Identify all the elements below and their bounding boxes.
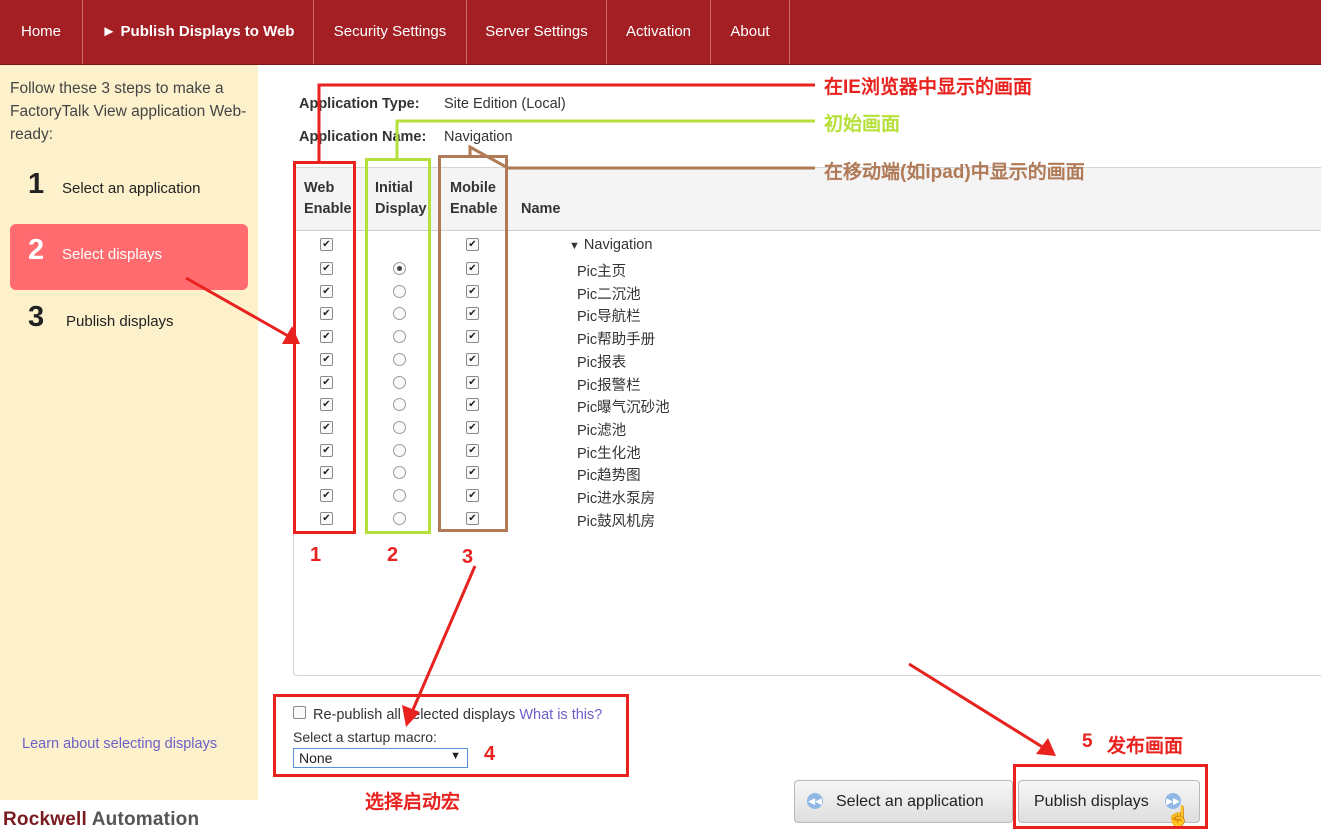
header-name: Name [521,201,561,217]
annot-mobile-display: 在移动端(如ipad)中显示的画面 [824,162,1085,183]
display-name: Pic二沉池 [577,287,641,303]
select-application-button[interactable]: ◀◀ Select an application [794,780,1013,823]
display-name: Pic报表 [577,355,627,371]
display-name: Pic主页 [577,264,627,280]
step-select-application[interactable]: 1 Select an application [10,158,248,224]
annot-initial-display: 初始画面 [824,114,901,135]
annot-number-2: 2 [387,544,399,566]
nav-home[interactable]: Home [0,0,83,64]
step-label: Select displays [62,246,163,263]
annot-ie-display: 在IE浏览器中显示的画面 [824,77,1032,98]
learn-link[interactable]: Learn about selecting displays [22,736,217,752]
nav-about[interactable]: About [711,0,790,64]
step-select-displays[interactable]: 2 Select displays [10,224,248,290]
display-name: Pic导航栏 [577,309,641,325]
display-name: Pic帮助手册 [577,332,656,348]
options-highlight [273,694,629,777]
display-name: Pic曝气沉砂池 [577,400,670,416]
group-name: Navigation [583,237,653,253]
display-name: Pic报警栏 [577,378,641,394]
back-button-label: Select an application [836,793,984,810]
display-name: Pic生化池 [577,446,641,462]
app-type-label: Application Type: [299,96,420,112]
logo-primary: Rockwell [3,809,87,830]
group-row[interactable]: ▼ Navigation [569,237,652,253]
top-nav: Home ► Publish Displays to Web Security … [0,0,1321,65]
collapse-triangle-icon[interactable]: ▼ [569,240,580,252]
publish-highlight [1013,764,1208,829]
nav-publish-displays[interactable]: ► Publish Displays to Web [83,0,314,64]
step-label: Select an application [62,180,201,197]
sidebar-intro: Follow these 3 steps to make a FactoryTa… [10,80,247,143]
annot-startup-macro: 选择启动宏 [365,792,461,813]
step-number: 3 [28,301,45,333]
step-publish-displays[interactable]: 3 Publish displays [10,291,248,357]
back-arrow-icon: ◀◀ [807,793,823,809]
display-name: Pic滤池 [577,423,627,439]
app-name-label: Application Name: [299,129,427,145]
mobile-enable-highlight [438,155,508,532]
annot-publish: 发布画面 [1107,736,1184,757]
step-number: 2 [28,234,45,266]
annot-number-4: 4 [484,743,496,765]
publish-arrowhead [1036,738,1056,756]
mobile-leader-line [468,144,815,170]
step-number: 1 [28,168,45,200]
display-name: Pic鼓风机房 [577,514,656,530]
step-label: Publish displays [66,313,174,330]
display-name: Pic趋势图 [577,468,641,484]
display-name: Pic进水泵房 [577,491,656,507]
nav-activation[interactable]: Activation [607,0,711,64]
annot-number-5: 5 [1082,731,1093,752]
app-name-value: Navigation [444,129,513,145]
web-enable-highlight [293,161,356,534]
logo-secondary: Automation [91,809,200,830]
rockwell-logo: Rockwell Automation [3,809,199,831]
annot-number-3: 3 [462,546,474,568]
nav-security-settings[interactable]: Security Settings [314,0,467,64]
publish-arrow [908,662,1045,750]
annot-number-1: 1 [310,544,322,566]
initial-display-highlight [365,158,431,534]
nav-server-settings[interactable]: Server Settings [467,0,607,64]
app-type-value: Site Edition (Local) [444,96,566,112]
